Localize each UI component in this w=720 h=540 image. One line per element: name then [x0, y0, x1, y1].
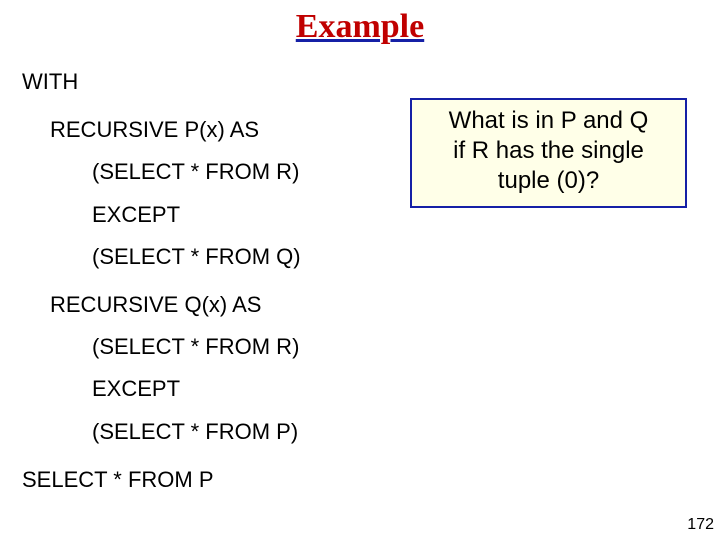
callout-line: What is in P and Q — [416, 106, 681, 136]
code-line: EXCEPT — [92, 203, 301, 227]
sql-code-block: WITH RECURSIVE P(x) AS (SELECT * FROM R)… — [22, 70, 301, 492]
code-line: RECURSIVE Q(x) AS — [50, 293, 301, 317]
callout-line: if R has the single — [416, 136, 681, 166]
slide-title: Example — [0, 8, 720, 46]
code-line: (SELECT * FROM R) — [92, 335, 301, 359]
code-line: RECURSIVE P(x) AS — [50, 118, 301, 142]
code-line: WITH — [22, 70, 301, 94]
code-line: (SELECT * FROM Q) — [92, 245, 301, 269]
slide-title-text: Example — [296, 8, 424, 45]
question-callout: What is in P and Q if R has the single t… — [410, 98, 687, 208]
code-line: (SELECT * FROM P) — [92, 420, 301, 444]
code-line: SELECT * FROM P — [22, 468, 301, 492]
callout-line: tuple (0)? — [416, 166, 681, 196]
page-number: 172 — [687, 516, 714, 534]
code-line: EXCEPT — [92, 377, 301, 401]
code-line: (SELECT * FROM R) — [92, 160, 301, 184]
